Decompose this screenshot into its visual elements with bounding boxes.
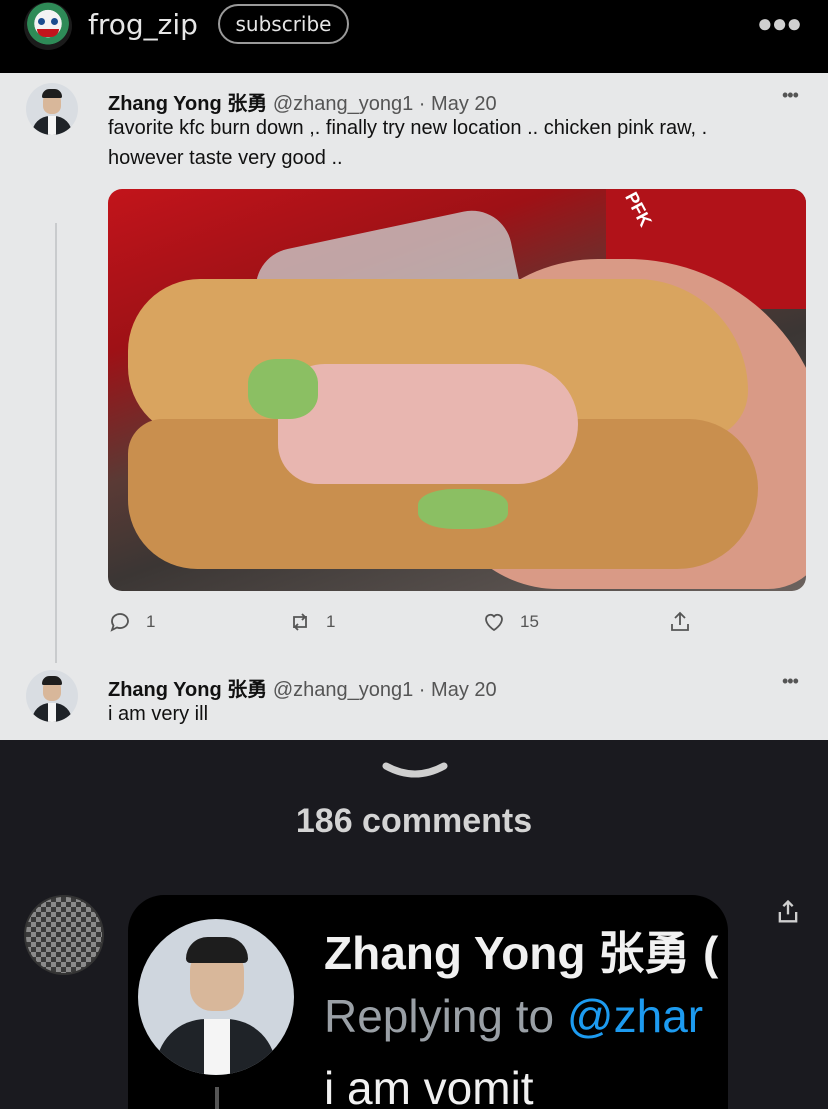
top-bar: frog_zip subscribe ●●● — [0, 0, 828, 73]
comment-image-name: Zhang Yong 张勇 ( — [324, 927, 719, 979]
share-button[interactable] — [774, 898, 802, 926]
reply-author-handle: @zhang_yong1 — [272, 679, 414, 701]
post-image[interactable]: Zhang Yong 张勇 @zhang_yong1 · May 20 ••• … — [0, 73, 828, 740]
avatar-eye — [51, 18, 58, 25]
poster-username[interactable]: frog_zip — [88, 8, 198, 41]
subscribe-button[interactable]: subscribe — [218, 4, 349, 44]
tweet-header: Zhang Yong 张勇 @zhang_yong1 · May 20 — [108, 87, 497, 116]
photo-chicken — [278, 364, 578, 484]
share-icon — [671, 611, 689, 631]
retweet-count: 1 — [326, 612, 336, 631]
photo-lettuce — [418, 489, 508, 529]
comment-image-avatar — [138, 919, 294, 1075]
reply-more-icon: ••• — [782, 671, 799, 691]
tweet-author-avatar — [26, 83, 78, 135]
comment-image[interactable]: Zhang Yong 张勇 ( Replying to @zhar i am v… — [128, 895, 728, 1109]
reply-count: 1 — [146, 612, 156, 631]
photo-lettuce — [248, 359, 318, 419]
reply-icon — [110, 613, 129, 632]
comment-image-text: i am vomit — [324, 1062, 534, 1109]
reply-date: May 20 — [431, 679, 497, 701]
tweet-more-icon: ••• — [782, 85, 799, 105]
tweet-author-name: Zhang Yong 张勇 — [108, 93, 268, 115]
reply-action: 1 — [108, 610, 155, 634]
avatar-mouth — [37, 29, 59, 37]
tweet-photo: PFK — [108, 189, 806, 591]
share-action — [668, 610, 692, 634]
replying-mention: @zhar — [566, 990, 704, 1042]
tweet-date: May 20 — [431, 93, 497, 115]
tweet-author-handle: @zhang_yong1 — [272, 93, 414, 115]
reply-author-avatar — [26, 670, 78, 722]
like-action: 15 — [482, 610, 539, 634]
commenter-avatar[interactable] — [24, 895, 104, 975]
retweet-action: 1 — [288, 610, 335, 634]
reply-header: Zhang Yong 张勇 @zhang_yong1 · May 20 — [108, 673, 497, 702]
reply-author-name: Zhang Yong 张勇 — [108, 679, 268, 701]
comments-count[interactable]: 186 comments — [0, 802, 828, 841]
replying-prefix: Replying to — [324, 990, 567, 1042]
reply-text: i am very ill — [108, 703, 209, 725]
share-icon — [778, 899, 798, 923]
comments-section: 186 comments Zhang Yong 张勇 ( Replying to… — [0, 740, 828, 1109]
like-count: 15 — [520, 612, 539, 631]
tweet-separator: · — [418, 93, 426, 115]
tweet-actions: 1 1 15 — [0, 610, 828, 640]
tweet-text: favorite kfc burn down ,. finally try ne… — [108, 117, 708, 169]
retweet-icon — [293, 613, 307, 631]
thread-line — [55, 223, 57, 663]
poster-avatar[interactable] — [24, 2, 72, 50]
chevron-down-icon[interactable] — [382, 760, 448, 782]
avatar-eye — [38, 18, 45, 25]
reply-separator: · — [418, 679, 426, 701]
comment-image-thread-line — [215, 1087, 219, 1109]
comment-image-replying: Replying to @zhar — [324, 989, 703, 1043]
heart-icon — [485, 613, 503, 632]
more-options-icon[interactable]: ●●● — [757, 8, 802, 39]
